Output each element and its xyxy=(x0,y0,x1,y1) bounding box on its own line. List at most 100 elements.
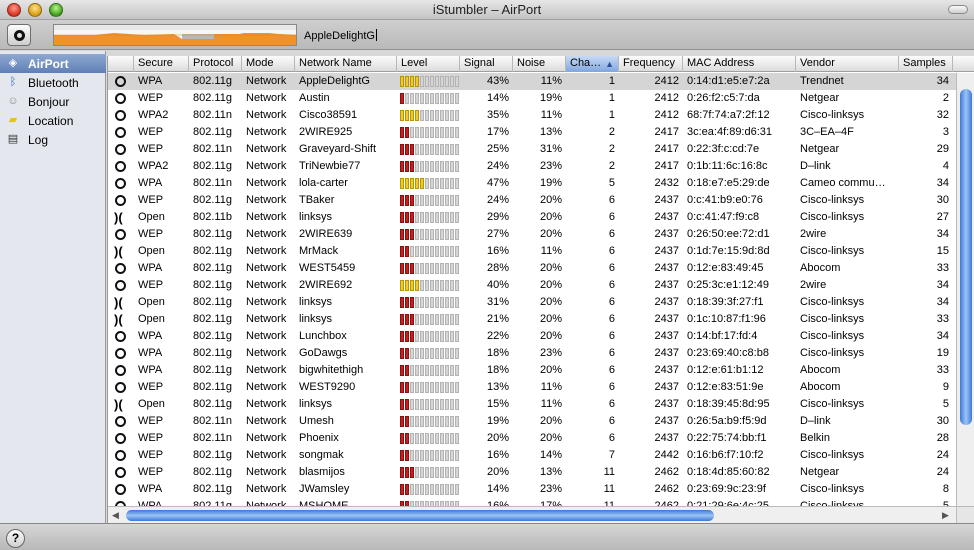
cell-vendor: Cisco-linksys xyxy=(800,483,865,495)
level-segment xyxy=(450,246,454,257)
level-segment xyxy=(430,348,434,359)
cell-signal: 16% xyxy=(486,500,509,506)
sidebar-item-bonjour[interactable]: ☺ Bonjour xyxy=(0,92,106,111)
cell-channel: 6 xyxy=(608,245,615,257)
cell-secure: WEP xyxy=(138,279,164,291)
cell-protocol: 802.11n xyxy=(193,432,232,444)
table-row[interactable]: WPA 802.11g Network JWamsley 14% 23% 11 2462 0:2… xyxy=(108,481,956,498)
secure-network-icon xyxy=(115,450,126,461)
table-row[interactable]: )(Open 802.11g Network linksys 21% 20% 6 2437 0:… xyxy=(108,311,956,328)
column-header-icon[interactable] xyxy=(108,56,134,72)
cell-name: TriNewbie77 xyxy=(299,160,361,172)
table-row[interactable]: WEP 802.11n Network Phoenix 20% 20% 6 2437 0:22:… xyxy=(108,430,956,447)
table-row[interactable]: WEP 802.11n Network Graveyard-Shift 25% 31% 2 2… xyxy=(108,141,956,158)
level-segment xyxy=(410,110,414,121)
level-segment xyxy=(450,314,454,325)
column-header-noise[interactable]: Noise xyxy=(513,56,566,72)
table-row[interactable]: WPA 802.11g Network GoDawgs 18% 23% 6 2437 0:23:… xyxy=(108,345,956,362)
table-row[interactable]: WEP 802.11g Network 2WIRE639 27% 20% 6 2437 0:26… xyxy=(108,226,956,243)
column-header-mode[interactable]: Mode xyxy=(242,56,295,72)
level-segment xyxy=(415,93,419,104)
table-row[interactable]: WEP 802.11g Network blasmijos 20% 13% 11 2462 0:… xyxy=(108,464,956,481)
table-row[interactable]: WPA 802.11g Network AppleDelightG 43% 11% 1 241… xyxy=(108,73,956,90)
table-row[interactable]: WEP 802.11n Network Umesh 19% 20% 6 2437 0:26:5a… xyxy=(108,413,956,430)
cell-vendor: Cisco-linksys xyxy=(800,194,865,206)
cell-mode: Network xyxy=(246,262,287,274)
vertical-scroll-thumb[interactable] xyxy=(960,89,972,425)
level-segment xyxy=(400,382,404,393)
table-row[interactable]: WPA 802.11g Network Lunchbox 22% 20% 6 2437 0:14… xyxy=(108,328,956,345)
column-header-name[interactable]: Network Name xyxy=(295,56,397,72)
cell-name: AppleDelightG xyxy=(299,75,370,87)
stop-scan-button[interactable] xyxy=(7,24,31,46)
cell-name: 2WIRE925 xyxy=(299,126,353,138)
cell-secure: WEP xyxy=(138,415,164,427)
table-row[interactable]: WPA 802.11g Network WEST5459 28% 20% 6 2437 0:12… xyxy=(108,260,956,277)
cell-channel: 6 xyxy=(608,228,615,240)
level-segment xyxy=(455,484,459,495)
cell-name: Lunchbox xyxy=(299,330,347,342)
cell-frequency: 2437 xyxy=(654,398,679,410)
cell-noise: 20% xyxy=(539,415,562,427)
cell-signal: 25% xyxy=(486,143,509,155)
table-row[interactable]: )(Open 802.11g Network linksys 15% 11% 6 2437 0:… xyxy=(108,396,956,413)
table-row[interactable]: WEP 802.11g Network songmak 16% 14% 7 2442 0:16:… xyxy=(108,447,956,464)
cell-mode: Network xyxy=(246,109,287,121)
column-header-channel[interactable]: Cha… ▲ xyxy=(566,56,619,72)
horizontal-scroll-thumb[interactable] xyxy=(126,510,714,521)
column-header-samples[interactable]: Samples xyxy=(899,56,953,72)
cell-mode: Network xyxy=(246,279,287,291)
table-row[interactable]: WPA 802.11g Network bigwhitethigh 18% 20% 6 243… xyxy=(108,362,956,379)
table-row[interactable]: WEP 802.11g Network TBaker 24% 20% 6 2437 0:c:41… xyxy=(108,192,956,209)
secure-network-icon xyxy=(115,195,126,206)
level-segment xyxy=(440,144,444,155)
cell-mode: Network xyxy=(246,415,287,427)
table-row[interactable]: WEP 802.11g Network Austin 14% 19% 1 2412 0:26:f… xyxy=(108,90,956,107)
level-segment xyxy=(405,399,409,410)
cell-noise: 20% xyxy=(539,432,562,444)
level-segment xyxy=(450,348,454,359)
column-header-vendor[interactable]: Vendor xyxy=(796,56,899,72)
cell-name: bigwhitethigh xyxy=(299,364,364,376)
column-header-secure[interactable]: Secure xyxy=(134,56,189,72)
level-segment xyxy=(435,280,439,291)
sidebar-item-airport[interactable]: ◈ AirPort xyxy=(0,54,106,73)
cell-frequency: 2437 xyxy=(654,194,679,206)
cell-samples: 24 xyxy=(936,449,949,461)
table-row[interactable]: )(Open 802.11b Network linksys 29% 20% 6 2437 0:… xyxy=(108,209,956,226)
scroll-right-arrow-icon[interactable]: ▶ xyxy=(942,510,949,521)
level-segment xyxy=(440,280,444,291)
cell-vendor: Belkin xyxy=(800,432,830,444)
cell-samples: 34 xyxy=(936,177,949,189)
toolbar-toggle-button[interactable] xyxy=(948,5,968,14)
table-row[interactable]: )(Open 802.11g Network MrMack 16% 11% 6 2437 0:1… xyxy=(108,243,956,260)
column-header-protocol[interactable]: Protocol xyxy=(189,56,242,72)
table-row[interactable]: )(Open 802.11g Network linksys 31% 20% 6 2437 0:… xyxy=(108,294,956,311)
column-header-level[interactable]: Level xyxy=(397,56,460,72)
table-row[interactable]: WEP 802.11g Network WEST9290 13% 11% 6 2437 0:12… xyxy=(108,379,956,396)
cell-frequency: 2462 xyxy=(654,483,679,495)
table-row[interactable]: WPA2 802.11g Network TriNewbie77 24% 23% 2 2417… xyxy=(108,158,956,175)
cell-name: MSHOME xyxy=(299,500,349,506)
scroll-left-arrow-icon[interactable]: ◀ xyxy=(112,510,119,521)
column-header-frequency[interactable]: Frequency xyxy=(619,56,683,72)
vertical-scrollbar[interactable] xyxy=(956,73,974,506)
toolbar: AppleDelightG xyxy=(0,20,974,50)
table-row[interactable]: WEP 802.11g Network 2WIRE692 40% 20% 6 2437 0:25… xyxy=(108,277,956,294)
sidebar-item-bluetooth[interactable]: ᛒ Bluetooth xyxy=(0,73,106,92)
level-segment xyxy=(435,178,439,189)
sidebar-item-location[interactable]: ▰ Location xyxy=(0,111,106,130)
signal-history-chart xyxy=(54,25,296,45)
column-header-mac[interactable]: MAC Address xyxy=(683,56,796,72)
table-row[interactable]: WPA 802.11g Network MSHOME 16% 17% 11 2462 0:21:… xyxy=(108,498,956,506)
help-button[interactable]: ? xyxy=(6,529,25,548)
table-row[interactable]: WEP 802.11g Network 2WIRE925 17% 13% 2 2417 3c:e… xyxy=(108,124,956,141)
horizontal-scrollbar[interactable]: ◀ ▶ xyxy=(108,506,956,523)
cell-samples: 24 xyxy=(936,466,949,478)
table-row[interactable]: WPA 802.11n Network lola-carter 47% 19% 5 2432 0… xyxy=(108,175,956,192)
column-header-signal[interactable]: Signal xyxy=(460,56,513,72)
sidebar-item-log[interactable]: ▤ Log xyxy=(0,130,106,149)
stop-scan-icon xyxy=(14,30,25,41)
table-row[interactable]: WPA2 802.11n Network Cisco38591 35% 11% 1 2412 6… xyxy=(108,107,956,124)
secure-network-icon xyxy=(115,467,126,478)
